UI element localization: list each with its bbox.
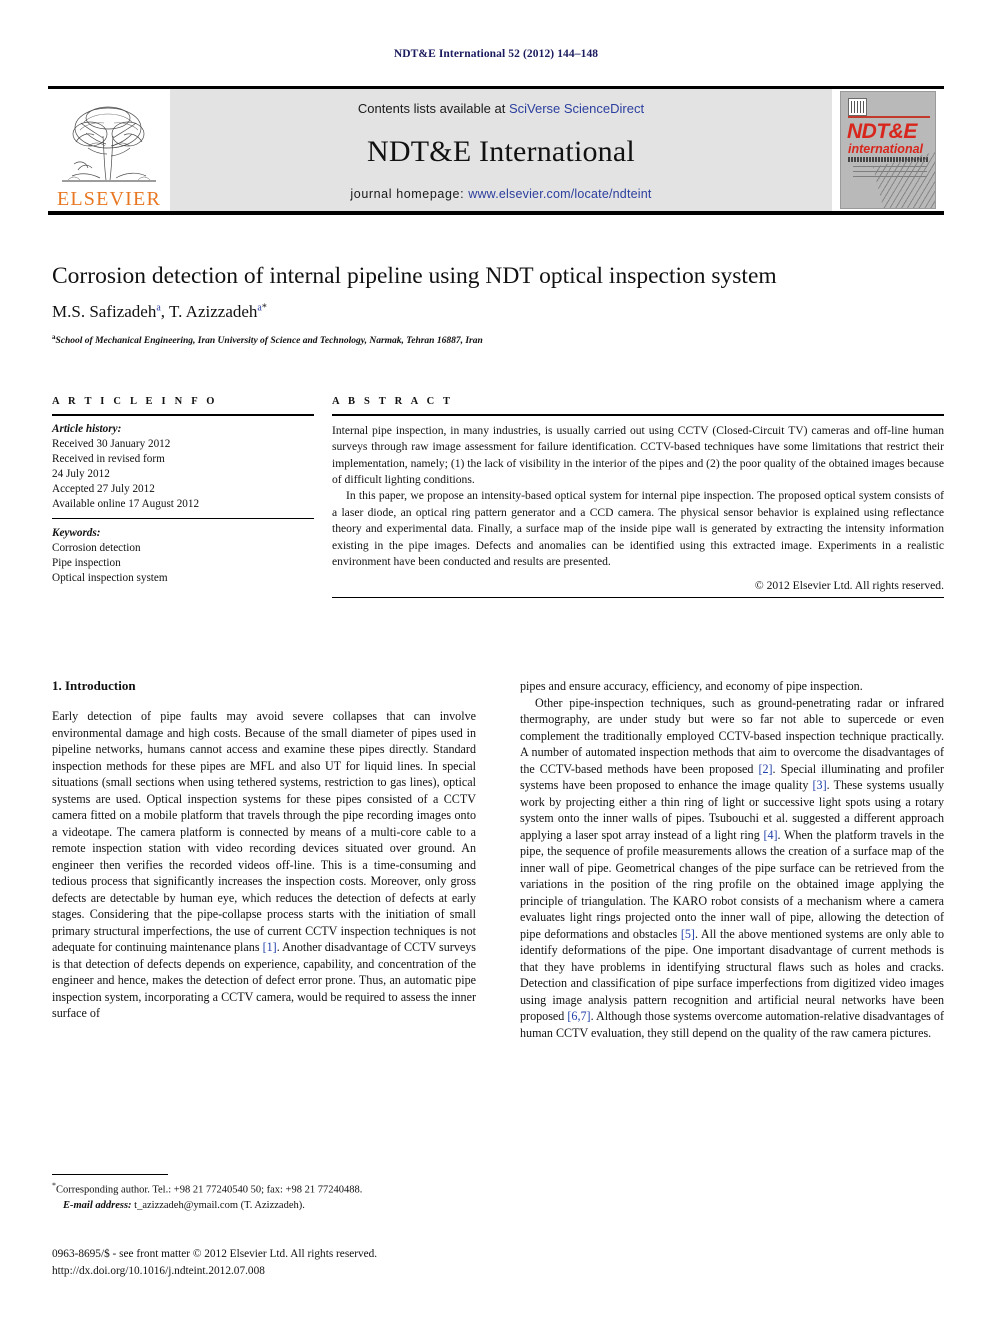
journal-homepage-link[interactable]: www.elsevier.com/locate/ndteint (468, 187, 651, 201)
keyword-item: Pipe inspection (52, 556, 121, 569)
contents-available-line: Contents lists available at SciVerse Sci… (358, 101, 644, 116)
article-history-item: Accepted 27 July 2012 (52, 482, 155, 495)
page-title: Corrosion detection of internal pipeline… (52, 263, 777, 289)
body-paragraph: Other pipe-inspection techniques, such a… (520, 695, 945, 1040)
masthead-bottom-rule (48, 211, 944, 215)
title-block: Corrosion detection of internal pipeline… (52, 262, 942, 346)
elsevier-logo: ELSEVIER (48, 89, 170, 211)
info-abstract-row: A R T I C L E I N F O Article history: R… (52, 396, 944, 599)
corresponding-author-note: *Corresponding author. Tel.: +98 21 7724… (52, 1180, 476, 1198)
affiliation: aSchool of Mechanical Engineering, Iran … (52, 333, 942, 346)
journal-cover-image: NDT&E international (840, 91, 936, 209)
masthead-center: Contents lists available at SciVerse Sci… (170, 89, 832, 211)
corresponding-author-text: Corresponding author. Tel.: +98 21 77240… (56, 1184, 363, 1196)
email-value: t_azizzadeh@ymail.com (T. Azizzadeh). (134, 1199, 305, 1211)
imprint-block: 0963-8695/$ - see front matter © 2012 El… (52, 1246, 512, 1280)
affiliation-text: School of Mechanical Engineering, Iran U… (55, 336, 483, 347)
footnote-rule (52, 1174, 168, 1176)
article-info-heading: A R T I C L E I N F O (52, 396, 218, 407)
cover-title-main: NDT&E (847, 120, 917, 143)
column-gutter (314, 396, 332, 598)
body-paragraph: Early detection of pipe faults may avoid… (52, 709, 476, 1020)
cover-rule-top (848, 116, 930, 118)
sciencedirect-link[interactable]: SciVerse ScienceDirect (509, 101, 644, 116)
homepage-prefix: journal homepage: (350, 187, 469, 201)
email-label: E-mail address: (63, 1199, 132, 1211)
doi-line: http://dx.doi.org/10.1016/j.ndteint.2012… (52, 1264, 265, 1277)
author-name-2: T. Azizzadeh (169, 302, 258, 322)
article-info-column: A R T I C L E I N F O Article history: R… (52, 396, 314, 598)
journal-homepage-line: journal homepage: www.elsevier.com/locat… (350, 187, 651, 201)
abstract-copyright: © 2012 Elsevier Ltd. All rights reserved… (754, 578, 944, 592)
email-note: E-mail address: t_azizzadeh@ymail.com (T… (52, 1199, 476, 1214)
article-history-item: Received 30 January 2012 (52, 437, 171, 450)
journal-title: NDT&E International (367, 134, 635, 168)
body-column-left: 1. Introduction Early detection of pipe … (52, 678, 476, 1041)
elsevier-wordmark: ELSEVIER (56, 188, 162, 210)
author-separator: , (160, 302, 169, 322)
abstract-paragraph: Internal pipe inspection, in many indust… (332, 423, 944, 486)
abstract-rule-bottom (332, 596, 944, 599)
footnote-block: *Corresponding author. Tel.: +98 21 7724… (52, 1174, 476, 1214)
abstract-body: Internal pipe inspection, in many indust… (332, 416, 944, 573)
abstract-paragraph: In this paper, we propose an intensity-b… (332, 489, 944, 569)
masthead-body: ELSEVIER Contents lists available at Sci… (48, 89, 944, 211)
keyword-item: Corrosion detection (52, 541, 141, 554)
article-history-label: Article history: (52, 422, 122, 435)
keywords-label: Keywords: (52, 526, 101, 539)
keyword-item: Optical inspection system (52, 571, 168, 584)
article-history-item: Received in revised form (52, 452, 165, 465)
contents-prefix: Contents lists available at (357, 101, 509, 116)
cover-title-sub: international (848, 142, 924, 156)
corresponding-author-marker: * (261, 302, 267, 314)
abstract-column: A B S T R A C T Internal pipe inspection… (332, 396, 944, 599)
paper-page: NDT&E International 52 (2012) 144–148 EL… (0, 0, 992, 1323)
section-heading-introduction: 1. Introduction (52, 678, 136, 693)
cover-publisher-icon (848, 98, 867, 116)
author-name-1: M.S. Safizadeh (52, 302, 157, 322)
body-paragraph: pipes and ensure accuracy, efficiency, a… (520, 679, 863, 693)
journal-masthead: ELSEVIER Contents lists available at Sci… (48, 86, 944, 215)
keywords-block: Keywords: Corrosion detection Pipe inspe… (52, 519, 314, 586)
article-history-item: 24 July 2012 (52, 467, 110, 480)
journal-cover-cell: NDT&E international (832, 89, 944, 211)
article-history: Article history: Received 30 January 201… (52, 416, 314, 518)
issn-copyright-line: 0963-8695/$ - see front matter © 2012 El… (52, 1248, 378, 1260)
body-columns: 1. Introduction Early detection of pipe … (52, 678, 944, 1041)
body-gutter (476, 678, 520, 1041)
body-column-right: pipes and ensure accuracy, efficiency, a… (520, 678, 944, 1041)
running-head: NDT&E International 52 (2012) 144–148 (393, 48, 599, 60)
author-list: M.S. Safizadeha, T. Azizzadeha* (52, 302, 942, 322)
elsevier-tree-icon (62, 106, 156, 182)
article-history-item: Available online 17 August 2012 (52, 497, 200, 510)
abstract-heading: A B S T R A C T (332, 396, 454, 407)
